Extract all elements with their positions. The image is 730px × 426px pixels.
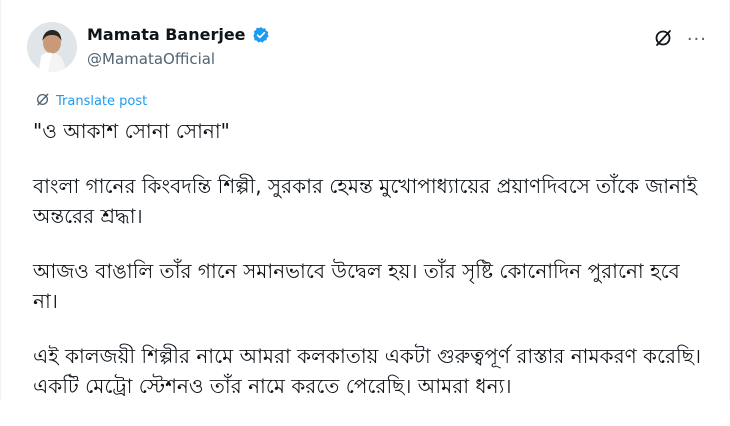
author-names: Mamata Banerjee @MamataOfficial	[87, 25, 270, 68]
name-row: Mamata Banerjee	[87, 25, 270, 44]
post-card: Mamata Banerjee @MamataOfficial ··· Tran…	[0, 0, 730, 400]
post-paragraph-1: বাংলা গানের কিংবদন্তি শিল্পী, সুরকার হেম…	[33, 174, 698, 228]
post-paragraph-2: আজও বাঙালি তাঁর গানে সমানভাবে উদ্বেল হয়…	[33, 259, 680, 313]
avatar-image	[27, 22, 77, 72]
more-horizontal-icon[interactable]: ···	[687, 31, 707, 49]
translate-icon	[35, 92, 50, 111]
avatar[interactable]	[27, 22, 77, 72]
post-paragraph-3: এই কালজয়ী শিল্পীর নামে আমরা কলকাতায় এক…	[33, 344, 702, 398]
top-actions: ···	[653, 28, 707, 52]
post-header: Mamata Banerjee @MamataOfficial ···	[27, 22, 707, 78]
author-handle[interactable]: @MamataOfficial	[87, 50, 270, 68]
display-name[interactable]: Mamata Banerjee	[87, 25, 246, 44]
grok-slash-circle-icon[interactable]	[653, 28, 673, 52]
translate-post-link[interactable]: Translate post	[35, 92, 147, 111]
post-body: "ও আকাশ সোনা সোনা" বাংলা গানের কিংবদন্তি…	[33, 116, 703, 426]
verified-badge-icon	[252, 26, 270, 44]
post-title-line: "ও আকাশ সোনা সোনা"	[33, 119, 230, 143]
translate-label: Translate post	[56, 94, 148, 109]
